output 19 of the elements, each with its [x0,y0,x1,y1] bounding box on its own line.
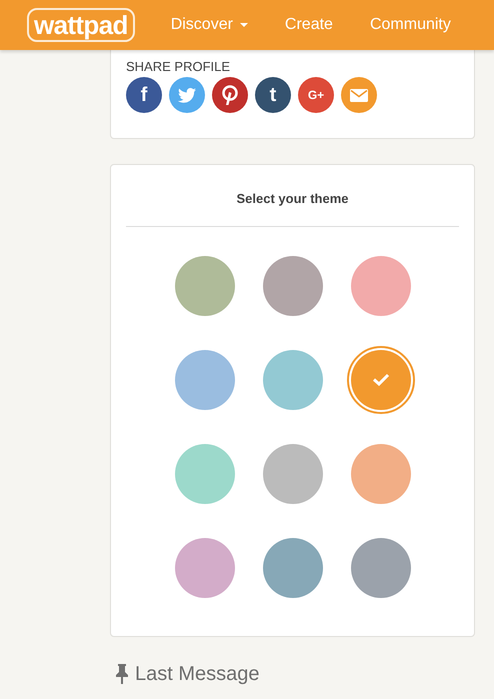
share-button[interactable]: f [126,77,162,113]
share-button[interactable]: G+ [298,77,334,113]
nav-link[interactable]: Discover [170,13,248,37]
share-button[interactable] [169,77,205,113]
card-title: Select your theme [126,165,459,226]
section-title: SHARE PROFILE [126,59,232,75]
bird-icon [178,88,196,102]
theme-swatch[interactable] [350,350,410,410]
pin-icon [116,664,128,684]
check-icon [372,373,390,386]
share-button[interactable] [212,77,248,113]
logo[interactable]: wattpad [27,8,135,42]
section-heading: Last Message [135,662,260,687]
envelope-icon [350,88,368,102]
pin-circle-icon [221,85,239,105]
caret-icon [240,23,248,27]
nav-link[interactable]: Community [370,13,451,37]
nav-link[interactable]: Create [284,13,333,37]
share-button[interactable]: t [255,77,291,113]
